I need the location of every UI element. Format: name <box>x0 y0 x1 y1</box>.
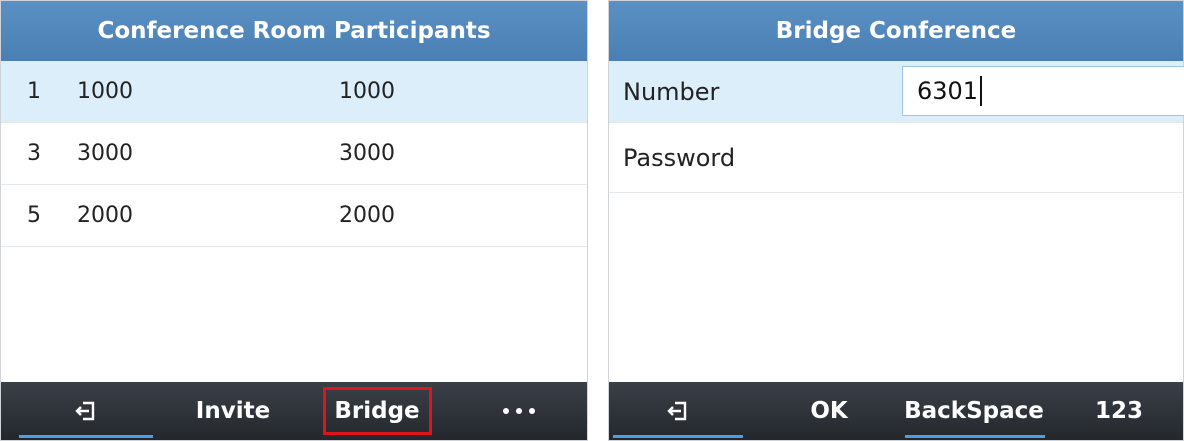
number-label: Number <box>623 77 720 106</box>
exit-icon <box>75 401 95 421</box>
text-caret <box>980 76 983 106</box>
softkey-bar: Invite Bridge <box>1 382 587 440</box>
participant-number: 3000 <box>77 141 133 166</box>
softkey-focus-underline <box>905 435 1045 438</box>
invite-softkey[interactable]: Invite <box>173 382 293 440</box>
number-value: 6301 <box>917 77 979 105</box>
participant-name: 2000 <box>339 203 395 228</box>
bridge-conference-screen: Bridge Conference Number 6301 Password O… <box>608 0 1184 441</box>
screen-title: Bridge Conference <box>609 1 1183 61</box>
number-input[interactable]: 6301 <box>902 66 1184 116</box>
participant-index: 5 <box>27 203 41 228</box>
input-mode-softkey[interactable]: 123 <box>1079 382 1159 440</box>
conference-participants-screen: Conference Room Participants 1 1000 1000… <box>0 0 588 441</box>
ok-softkey[interactable]: OK <box>789 382 869 440</box>
softkey-focus-underline <box>613 435 743 438</box>
bridge-highlight-box <box>323 387 432 435</box>
exit-softkey[interactable] <box>19 382 153 440</box>
exit-icon <box>667 401 687 421</box>
more-dots-icon <box>503 408 535 414</box>
participant-row[interactable]: 3 3000 3000 <box>1 123 587 185</box>
participant-index: 3 <box>27 141 41 166</box>
screen-title: Conference Room Participants <box>1 1 587 61</box>
participant-number: 1000 <box>77 79 133 104</box>
participant-row[interactable]: 5 2000 2000 <box>1 185 587 247</box>
password-field-row[interactable]: Password <box>609 123 1183 193</box>
password-label: Password <box>623 143 736 172</box>
number-field-row[interactable]: Number 6301 <box>609 61 1184 123</box>
participant-row[interactable]: 1 1000 1000 <box>1 61 587 123</box>
softkey-focus-underline <box>19 435 153 438</box>
more-softkey[interactable] <box>469 382 569 440</box>
participant-name: 1000 <box>339 79 395 104</box>
backspace-softkey[interactable]: BackSpace <box>899 382 1049 440</box>
participant-index: 1 <box>27 79 41 104</box>
participant-number: 2000 <box>77 203 133 228</box>
softkey-bar: OK BackSpace 123 <box>609 382 1183 440</box>
participant-name: 3000 <box>339 141 395 166</box>
exit-softkey[interactable] <box>613 382 743 440</box>
